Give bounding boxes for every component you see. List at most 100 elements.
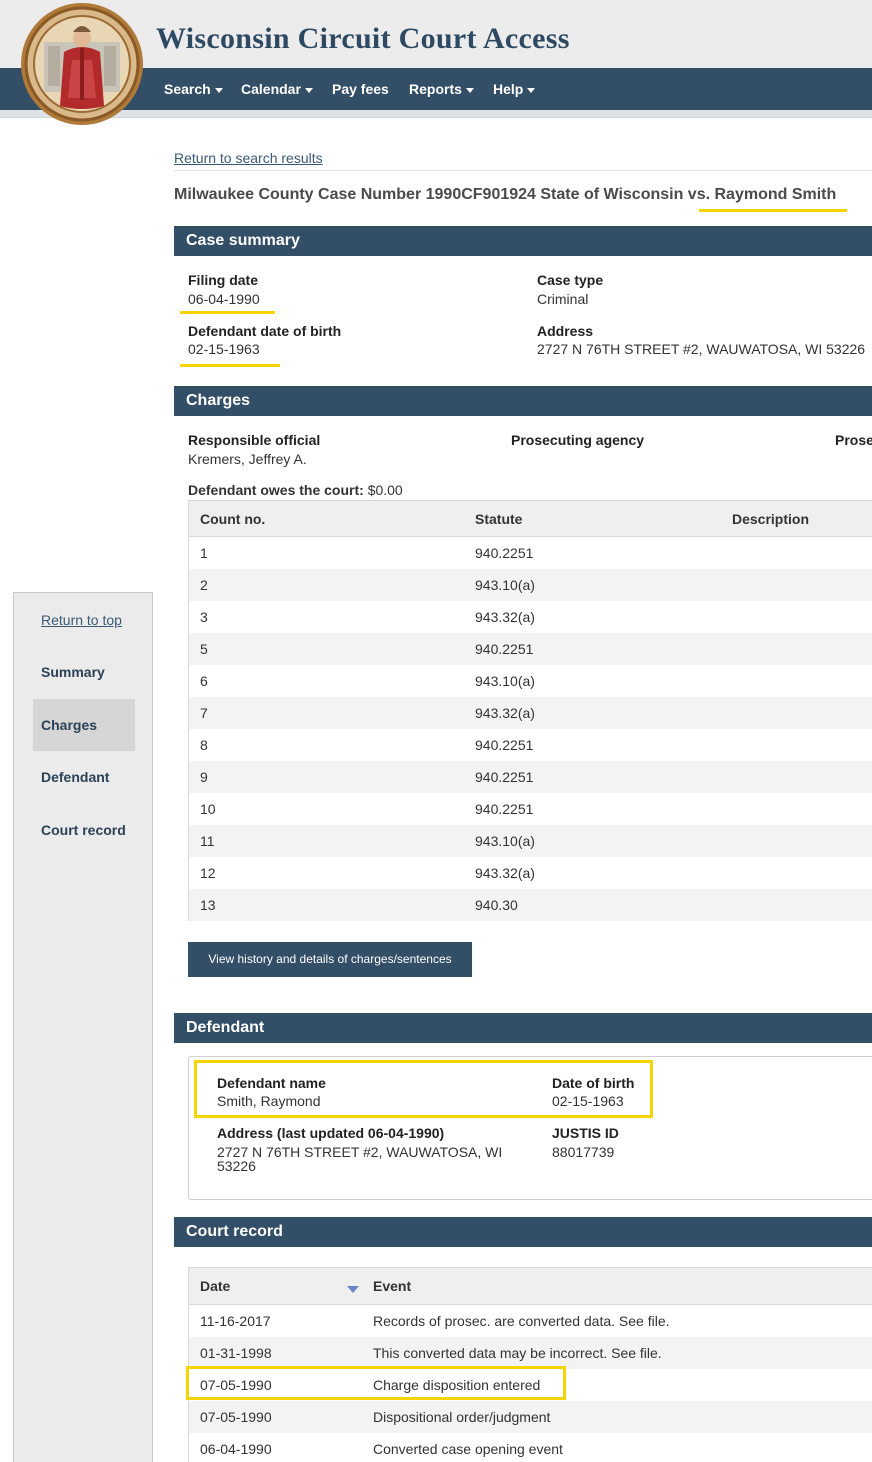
court-record-table: Date Event 11-16-2017 Records of prosec. … — [188, 1267, 872, 1462]
responsible-official-value: Kremers, Jeffrey A. — [188, 451, 307, 467]
table-row: 1 940.2251 — [189, 537, 872, 569]
owes-court: Defendant owes the court: $0.00 — [188, 482, 403, 498]
highlight-filing-date — [180, 311, 275, 314]
dob-value: 02-15-1963 — [188, 341, 260, 357]
nav-search[interactable]: Search — [164, 68, 223, 110]
count-cell: 8 — [200, 737, 208, 753]
nav-calendar-label: Calendar — [241, 81, 301, 97]
statute-cell: 943.32(a) — [475, 705, 535, 721]
table-row: 7 943.32(a) — [189, 697, 872, 729]
table-row: 07-05-1990 Dispositional order/judgment — [189, 1401, 872, 1433]
count-cell: 6 — [200, 673, 208, 689]
table-row: 11 943.10(a) — [189, 825, 872, 857]
site-title: Wisconsin Circuit Court Access — [156, 22, 570, 55]
divider — [174, 170, 872, 171]
statute-cell: 940.2251 — [475, 769, 534, 785]
defendant-heading: Defendant — [174, 1013, 872, 1043]
table-row: 01-31-1998 This converted data may be inc… — [189, 1337, 872, 1369]
chevron-down-icon — [465, 87, 474, 93]
table-row: 12 943.32(a) — [189, 857, 872, 889]
column-date[interactable]: Date — [200, 1278, 230, 1294]
count-cell: 2 — [200, 577, 208, 593]
count-cell: 5 — [200, 641, 208, 657]
nav-pay-fees-label: Pay fees — [332, 81, 389, 97]
count-cell: 11 — [200, 833, 215, 849]
table-row: 9 940.2251 — [189, 761, 872, 793]
count-cell: 12 — [200, 865, 216, 881]
case-summary-heading: Case summary — [174, 226, 872, 256]
owes-court-value: $0.00 — [367, 482, 403, 498]
responsible-official-label: Responsible official — [188, 432, 321, 448]
table-row: 6 943.10(a) — [189, 665, 872, 697]
chevron-down-icon — [527, 87, 536, 93]
sidebar-item-defendant[interactable]: Defendant — [41, 769, 109, 785]
statute-cell: 943.32(a) — [475, 609, 535, 625]
section-sidebar: Return to top Summary Charges Defendant … — [13, 592, 153, 1462]
defendant-dob-value: 02-15-1963 — [552, 1093, 624, 1109]
count-cell: 10 — [200, 801, 216, 817]
sidebar-item-court-record[interactable]: Court record — [41, 822, 126, 838]
view-charge-history-button[interactable]: View history and details of charges/sent… — [188, 942, 472, 977]
statute-cell: 940.2251 — [475, 737, 534, 753]
justis-id-label: JUSTIS ID — [552, 1125, 619, 1141]
court-record-heading: Court record — [174, 1217, 872, 1247]
table-row: 8 940.2251 — [189, 729, 872, 761]
court-seal-logo[interactable] — [20, 2, 144, 126]
column-description[interactable]: Description — [732, 511, 809, 527]
statute-cell: 943.10(a) — [475, 673, 535, 689]
column-event[interactable]: Event — [373, 1278, 411, 1294]
charges-table-header: Count no. Statute Description — [189, 501, 872, 537]
table-row: 13 940.30 — [189, 889, 872, 921]
filing-date-value: 06-04-1990 — [188, 291, 260, 307]
defendant-name-label: Defendant name — [217, 1075, 326, 1091]
event-cell: Converted case opening event — [373, 1441, 563, 1457]
statute-cell: 940.2251 — [475, 641, 534, 657]
court-record-table-header: Date Event — [189, 1268, 872, 1305]
nav-calendar[interactable]: Calendar — [241, 68, 313, 110]
defendant-name-value: Smith, Raymond — [217, 1093, 321, 1109]
sidebar-item-charges[interactable]: Charges — [41, 717, 97, 733]
statute-cell: 940.2251 — [475, 801, 534, 817]
statute-cell: 940.2251 — [475, 545, 534, 561]
case-type-value: Criminal — [537, 291, 589, 307]
defendant-address-line2: 53226 — [217, 1158, 256, 1174]
charges-heading: Charges — [174, 386, 872, 416]
date-cell: 07-05-1990 — [200, 1409, 272, 1425]
nav-help[interactable]: Help — [493, 68, 536, 110]
sidebar-item-summary[interactable]: Summary — [41, 664, 105, 680]
table-row: 10 940.2251 — [189, 793, 872, 825]
table-row: 2 943.10(a) — [189, 569, 872, 601]
nav-reports[interactable]: Reports — [409, 68, 474, 110]
statute-cell: 943.32(a) — [475, 865, 535, 881]
dob-label: Defendant date of birth — [188, 323, 342, 339]
table-row: 06-04-1990 Converted case opening event — [189, 1433, 872, 1462]
event-cell: Records of prosec. are converted data. S… — [373, 1313, 670, 1329]
date-cell: 11-16-2017 — [200, 1313, 271, 1329]
defendant-address-label: Address (last updated 06-04-1990) — [217, 1125, 445, 1141]
date-cell: 06-04-1990 — [200, 1441, 272, 1457]
event-cell: This converted data may be incorrect. Se… — [373, 1345, 662, 1361]
event-cell: Dispositional order/judgment — [373, 1409, 551, 1425]
statute-cell: 943.10(a) — [475, 577, 535, 593]
count-cell: 9 — [200, 769, 208, 785]
case-title: Milwaukee County Case Number 1990CF90192… — [174, 186, 837, 203]
count-cell: 1 — [200, 545, 208, 561]
table-row: 3 943.32(a) — [189, 601, 872, 633]
column-count-no[interactable]: Count no. — [200, 511, 265, 527]
justis-id-value: 88017739 — [552, 1144, 615, 1160]
defendant-address-line1: 2727 N 76TH STREET #2, WAUWATOSA, WI — [217, 1144, 503, 1160]
filing-date-label: Filing date — [188, 272, 258, 288]
owes-court-label: Defendant owes the court: — [188, 482, 364, 498]
count-cell: 3 — [200, 609, 208, 625]
nav-help-label: Help — [493, 81, 524, 97]
charges-table: Count no. Statute Description 1 940.2251 … — [188, 500, 872, 921]
return-to-top-link[interactable]: Return to top — [41, 612, 122, 628]
address-value: 2727 N 76TH STREET #2, WAUWATOSA, WI 532… — [537, 341, 866, 357]
count-cell: 7 — [200, 705, 208, 721]
nav-reports-label: Reports — [409, 81, 462, 97]
return-to-search-link[interactable]: Return to search results — [174, 150, 323, 166]
nav-pay-fees[interactable]: Pay fees — [332, 68, 389, 110]
column-statute[interactable]: Statute — [475, 511, 522, 527]
statute-cell: 940.30 — [475, 897, 518, 913]
sort-descending-icon[interactable] — [347, 1286, 359, 1293]
